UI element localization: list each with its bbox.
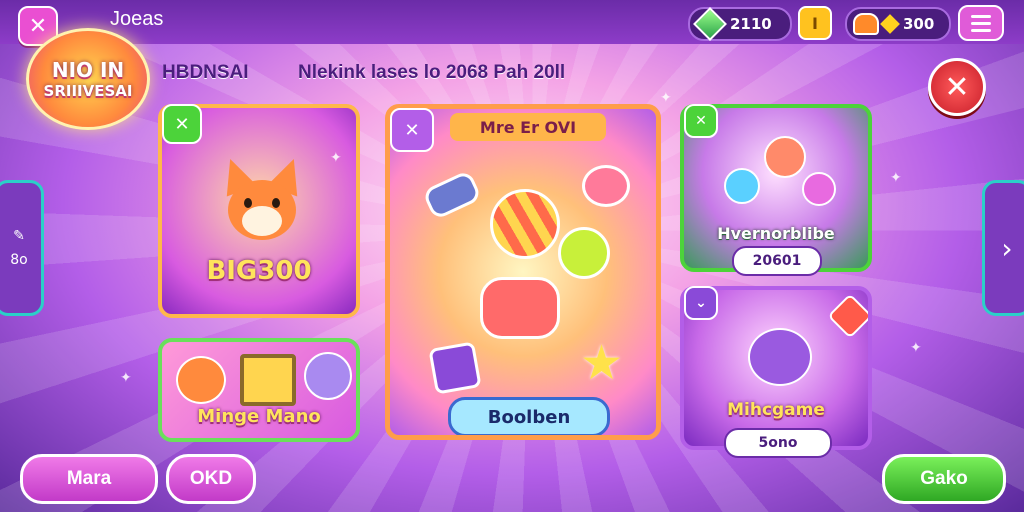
big-close-icon[interactable]: ✕ bbox=[928, 58, 986, 116]
fox-icon bbox=[176, 356, 226, 404]
sparkle-icon: ✦ bbox=[660, 90, 672, 106]
cat-character bbox=[748, 328, 812, 386]
game-logo: NIO IN SRIIIVESAI bbox=[26, 28, 150, 130]
gako-button[interactable]: Gako bbox=[882, 454, 1006, 504]
coin-button[interactable]: I bbox=[798, 6, 832, 40]
fox-character bbox=[215, 153, 309, 244]
minigame-card-label: Minge Mano bbox=[197, 406, 321, 427]
gem-icon bbox=[693, 7, 727, 41]
sparkle-icon: ✦ bbox=[910, 340, 922, 356]
side-left-text: 8o bbox=[10, 252, 28, 268]
star-icon bbox=[880, 14, 900, 34]
game-title: Joeas bbox=[110, 8, 164, 30]
box-icon bbox=[428, 341, 482, 395]
sparkle-icon: ✦ bbox=[890, 170, 902, 186]
logo-line1: NIO IN bbox=[51, 58, 125, 82]
balloon-icon bbox=[490, 189, 560, 259]
cat-chip: 5ono bbox=[724, 428, 832, 458]
okd-button[interactable]: OKD bbox=[166, 454, 256, 504]
cannon-icon bbox=[421, 169, 483, 221]
frame-icon bbox=[240, 354, 296, 406]
logo-line2: SRIIIVESAI bbox=[43, 82, 133, 100]
adventure-close-icon[interactable]: ✕ bbox=[684, 104, 718, 138]
sparkle-icon: ✦ bbox=[120, 370, 132, 386]
mara-button-label: Mara bbox=[66, 468, 112, 489]
gems-counter: 2110 bbox=[688, 7, 792, 41]
chevron-down-icon[interactable]: ⌄ bbox=[684, 286, 718, 320]
featured-play-button[interactable]: Boolben bbox=[448, 397, 610, 435]
currency-counter: 300 bbox=[845, 7, 951, 41]
header-label: HBDNSAI bbox=[162, 62, 249, 83]
card-minigame[interactable]: Minge Mano bbox=[158, 338, 360, 442]
character-icon bbox=[764, 136, 806, 178]
ghost-icon bbox=[304, 352, 352, 400]
gems-value: 2110 bbox=[730, 15, 772, 33]
smiley-icon bbox=[558, 227, 610, 279]
mara-button[interactable]: Mara bbox=[20, 454, 158, 504]
sparkle-icon: ✦ bbox=[330, 150, 342, 166]
header-subtitle: Nlekink lases lo 2068 Pah 20ll bbox=[298, 62, 566, 83]
potion-icon bbox=[853, 13, 879, 35]
check-icon[interactable]: ✕ bbox=[162, 104, 202, 144]
bubble-icon bbox=[802, 172, 836, 206]
left-side-panel[interactable]: ✎ 8o bbox=[0, 180, 44, 316]
star-icon: ★ bbox=[580, 335, 624, 391]
blob-icon bbox=[724, 168, 760, 204]
card-featured[interactable]: Mre Er OVI ★ Boolben bbox=[385, 104, 661, 440]
octopus-icon bbox=[582, 165, 630, 207]
featured-title: Mre Er OVI bbox=[450, 113, 606, 141]
ruby-icon bbox=[827, 293, 868, 339]
pencil-icon: ✎ bbox=[13, 228, 25, 244]
featured-button-label: Boolben bbox=[487, 406, 571, 428]
currency2-value: 300 bbox=[903, 15, 935, 33]
adventure-card-label: Hvernorblibe bbox=[717, 224, 835, 243]
monster-icon bbox=[480, 277, 560, 339]
cat-card-label: Mihcgame bbox=[727, 400, 825, 420]
adventure-chip-value: 20601 bbox=[752, 253, 802, 269]
adventure-chip: 20601 bbox=[732, 246, 822, 276]
hamburger-menu-icon[interactable] bbox=[958, 5, 1004, 41]
cat-chip-value: 5ono bbox=[758, 435, 798, 451]
next-arrow-icon[interactable]: › bbox=[982, 180, 1024, 316]
fox-card-label: BIG300 bbox=[206, 256, 312, 286]
gako-button-label: Gako bbox=[920, 468, 968, 489]
okd-button-label: OKD bbox=[189, 468, 233, 489]
featured-close-icon[interactable]: ✕ bbox=[390, 108, 434, 152]
